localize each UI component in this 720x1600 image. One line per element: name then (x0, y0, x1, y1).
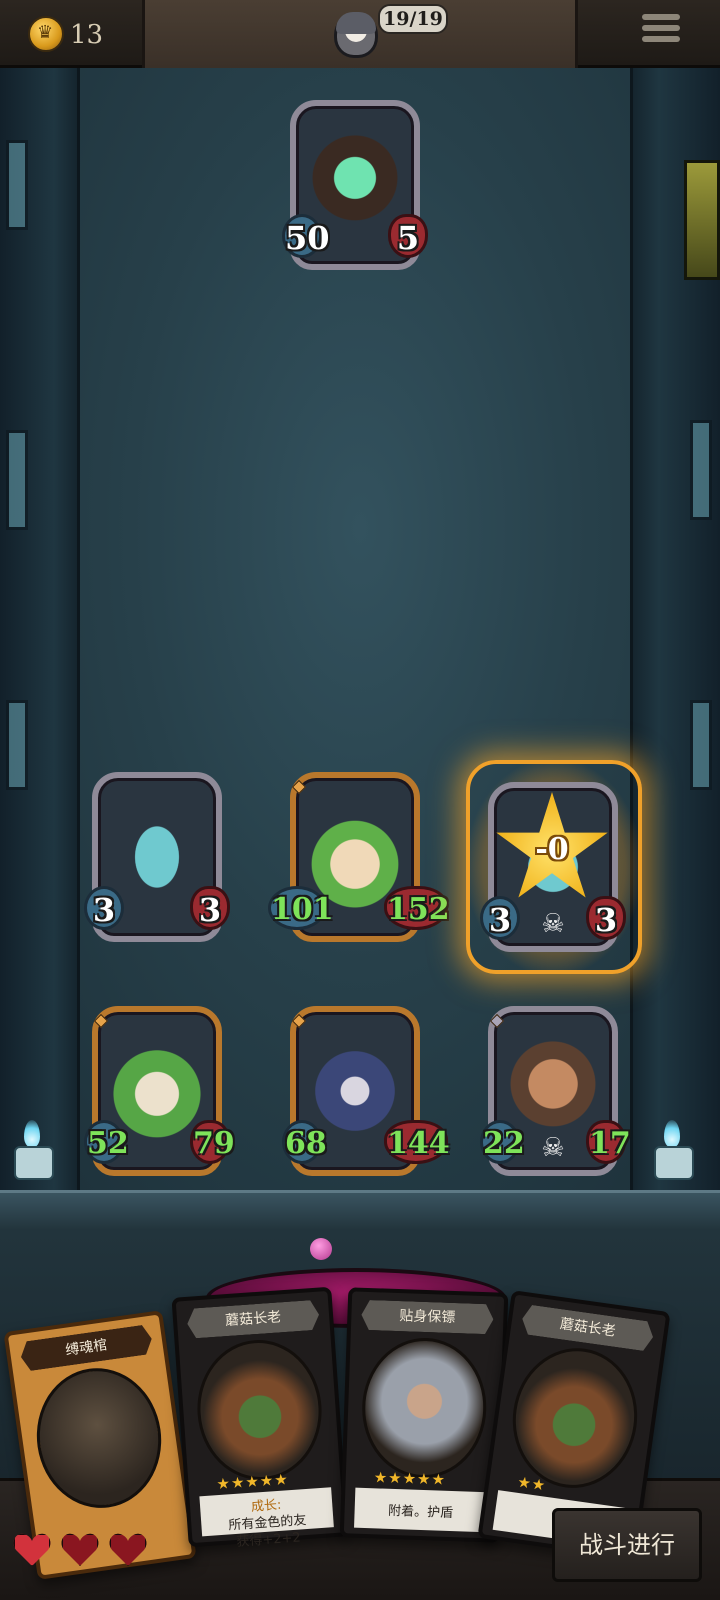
wall-window (6, 700, 28, 790)
wall-lamp (684, 160, 720, 280)
damage-value: -0 (535, 832, 569, 867)
avatar-hair (336, 12, 376, 34)
ally-unit-warrior[interactable]: 22 ☠ 17 (480, 1006, 631, 1176)
enemy-attack: 50 (282, 214, 330, 258)
heart-icon (108, 1532, 152, 1572)
unit-attack: 3 (84, 886, 124, 930)
unit-health: 79 (190, 1120, 235, 1164)
unit-health: 17 (586, 1120, 631, 1164)
unit-health: 3 (586, 896, 626, 940)
candle-icon (6, 1120, 62, 1180)
card-portrait (27, 1360, 171, 1517)
skull-icon: ☠ (541, 909, 565, 939)
wall-window (690, 700, 712, 790)
ally-unit-sprout[interactable]: 101 152 (268, 772, 450, 942)
heart-icon (60, 1532, 104, 1572)
turn-counter-bubble: 19/19 (378, 4, 448, 34)
card-title: 缚魂棺 (19, 1324, 154, 1372)
skull-icon: ☠ (541, 1133, 565, 1163)
card-stars: ★★★★★ (215, 1470, 290, 1494)
candle-icon (646, 1120, 702, 1180)
unit-attack: 22 (480, 1120, 525, 1164)
wall-window (6, 430, 28, 530)
crown-icon: ♛ (37, 22, 54, 43)
enemy-health: 5 (388, 214, 428, 258)
hand-card-mushroom-elder[interactable]: 蘑菇长老 ★★★★★ 成长: 所有金色的友 获得+2+2 (171, 1286, 349, 1550)
cauldron-orb (310, 1238, 332, 1260)
unit-attack: 68 (282, 1120, 327, 1164)
card-portrait (192, 1335, 327, 1485)
unit-health: 144 (384, 1120, 450, 1164)
card-description: 附着。护盾 (354, 1487, 488, 1533)
ally-unit-wizard[interactable]: 68 144 (282, 1006, 450, 1176)
unit-attack: 52 (84, 1120, 129, 1164)
card-title: 蘑菇长老 (520, 1304, 655, 1352)
unit-health: 152 (384, 886, 450, 930)
unit-attack: 101 (268, 886, 334, 930)
enemy-unit[interactable]: 50 5 (282, 100, 428, 270)
wall-window (6, 140, 28, 230)
card-portrait (359, 1335, 489, 1481)
card-stars: ★★ (516, 1472, 548, 1495)
card-portrait (503, 1340, 647, 1497)
heart-icon (12, 1532, 56, 1572)
unit-health: 3 (190, 886, 230, 930)
card-stars: ★★★★★ (373, 1468, 447, 1489)
left-pillar (0, 68, 80, 1198)
card-title: 蘑菇长老 (186, 1300, 320, 1339)
coin-count: 13 (70, 20, 104, 50)
card-description: 成长: 所有金色的友 获得+2+2 (199, 1487, 334, 1550)
ally-unit-ghost[interactable]: 3 3 (84, 772, 230, 942)
ally-unit-elder-sprout[interactable]: 52 79 (84, 1006, 235, 1176)
wall-window (690, 420, 712, 520)
fight-button[interactable]: 战斗进行 (552, 1508, 702, 1582)
unit-attack: 3 (480, 896, 520, 940)
floor-ledge (0, 1190, 720, 1230)
card-title: 贴身保镖 (361, 1300, 494, 1335)
menu-icon[interactable] (642, 14, 680, 48)
